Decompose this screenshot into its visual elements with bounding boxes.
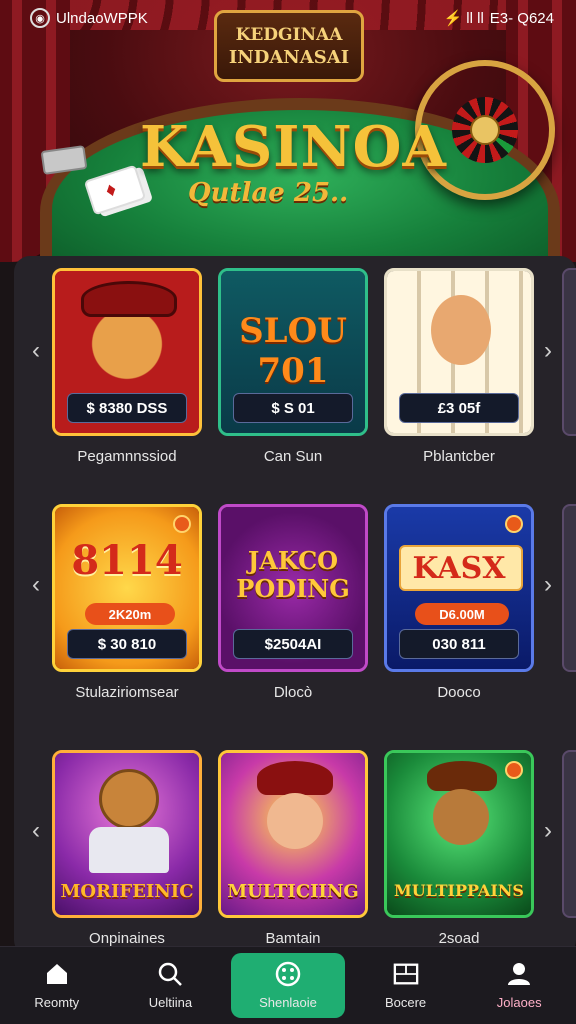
- slot-art-text: KASX: [412, 551, 506, 586]
- hero-banner: KEDGINAA INDANASAI KASINOA Qutlae 25..: [0, 0, 576, 262]
- game-tile-2-1[interactable]: 8114 2K20m $ 30 810: [52, 504, 202, 672]
- hero-title: KASINOA: [140, 114, 447, 180]
- target-icon: [275, 961, 301, 987]
- game-tile-3-1[interactable]: MORIFEINIC: [52, 750, 202, 918]
- row1-next-arrow-icon[interactable]: ›: [538, 336, 558, 366]
- game-tile-2-2[interactable]: JAKCO PODING $2504AI: [218, 504, 368, 672]
- nav-label: Ueltiina: [148, 995, 193, 1010]
- hero-subtitle: Qutlae 25..: [188, 178, 349, 208]
- game-price: $ 8380 DSS: [67, 393, 187, 423]
- nav-profile[interactable]: Jolaoes: [462, 947, 576, 1024]
- game-tile-2-3[interactable]: KASX D6.00M 030 811: [384, 504, 534, 672]
- game-title: Can Sun: [263, 448, 323, 465]
- nav-label: Jolaoes: [496, 995, 542, 1010]
- game-title: Dlocò: [273, 684, 313, 701]
- slot-art-text: MULTICIING: [227, 881, 359, 902]
- slot-art-text: SLOU 701: [239, 311, 347, 391]
- slot-art-text: JAKCO PODING: [236, 546, 350, 603]
- slot-art-text: MORIFEINIC: [60, 881, 194, 902]
- row2-prev-arrow-icon[interactable]: ‹: [26, 570, 46, 600]
- game-title: Pblantcber: [423, 448, 495, 465]
- search-icon: [157, 961, 183, 987]
- next-tile-peek: [562, 504, 576, 672]
- game-price: $ 30 810: [67, 629, 187, 659]
- game-title: Bamtain: [265, 930, 321, 947]
- game-title: 2soad: [438, 930, 480, 947]
- row2-next-arrow-icon[interactable]: ›: [538, 570, 558, 600]
- hat-icon: [257, 761, 333, 795]
- grid-icon: [393, 961, 419, 987]
- hat-icon: [427, 761, 497, 791]
- next-tile-peek: [562, 750, 576, 918]
- bottom-navigation: Reomty Ueltiina Shenlaoie Bocere Jolaoes: [0, 946, 576, 1024]
- hat-icon: [81, 281, 177, 317]
- hot-badge-icon: [505, 515, 523, 533]
- character-art: [433, 789, 489, 845]
- jackpot-chip: 2K20m: [85, 603, 175, 625]
- status-time: E3- Q624: [489, 9, 554, 27]
- nav-label: Reomty: [34, 995, 80, 1010]
- nav-home[interactable]: Reomty: [0, 947, 114, 1024]
- game-tile-1-2[interactable]: SLOU 701 $ S 01: [218, 268, 368, 436]
- hot-badge-icon: [505, 761, 523, 779]
- game-price: £3 05f: [399, 393, 519, 423]
- roulette-hub: [470, 115, 500, 145]
- signal-icons: ⚡ ll ll: [443, 10, 484, 27]
- game-title: Pegamnnssiod: [77, 448, 177, 465]
- nav-label: Bocere: [384, 995, 427, 1010]
- nav-search[interactable]: Ueltiina: [114, 947, 228, 1024]
- game-price: $2504AI: [233, 629, 353, 659]
- row3-prev-arrow-icon[interactable]: ‹: [26, 816, 46, 846]
- hot-badge-icon: [173, 515, 191, 533]
- nav-grid[interactable]: Bocere: [349, 947, 463, 1024]
- character-art: [431, 295, 491, 365]
- game-title: Stulaziriomsear: [75, 684, 179, 701]
- character-art: [267, 793, 323, 849]
- jackpot-chip: D6.00M: [415, 603, 509, 625]
- game-tile-1-1[interactable]: $ 8380 DSS: [52, 268, 202, 436]
- home-icon: [44, 961, 70, 987]
- game-price: $ S 01: [233, 393, 353, 423]
- sign-line2: INDANASAI: [228, 46, 350, 68]
- next-tile-peek: [562, 268, 576, 436]
- game-price: 030 811: [399, 629, 519, 659]
- app-name: UlndaoWPPK: [56, 9, 148, 27]
- game-title: Dooco: [437, 684, 481, 701]
- app-logo-icon: ◉: [30, 8, 50, 28]
- nav-featured[interactable]: Shenlaoie: [231, 953, 345, 1018]
- nav-label: Shenlaoie: [259, 995, 317, 1010]
- mascot-art: [99, 769, 159, 829]
- game-tile-3-2[interactable]: MULTICIING: [218, 750, 368, 918]
- status-bar: ◉ UlndaoWPPK ⚡ ll ll E3- Q624: [0, 0, 576, 36]
- slot-art-text: 8114: [71, 537, 183, 584]
- user-icon: [506, 961, 532, 987]
- game-title: Onpinaines: [89, 930, 165, 947]
- slot-art-text: MULTIPPAINS: [394, 881, 524, 900]
- row1-prev-arrow-icon[interactable]: ‹: [26, 336, 46, 366]
- game-tile-1-3[interactable]: £3 05f: [384, 268, 534, 436]
- row3-next-arrow-icon[interactable]: ›: [538, 816, 558, 846]
- game-tile-3-3[interactable]: MULTIPPAINS: [384, 750, 534, 918]
